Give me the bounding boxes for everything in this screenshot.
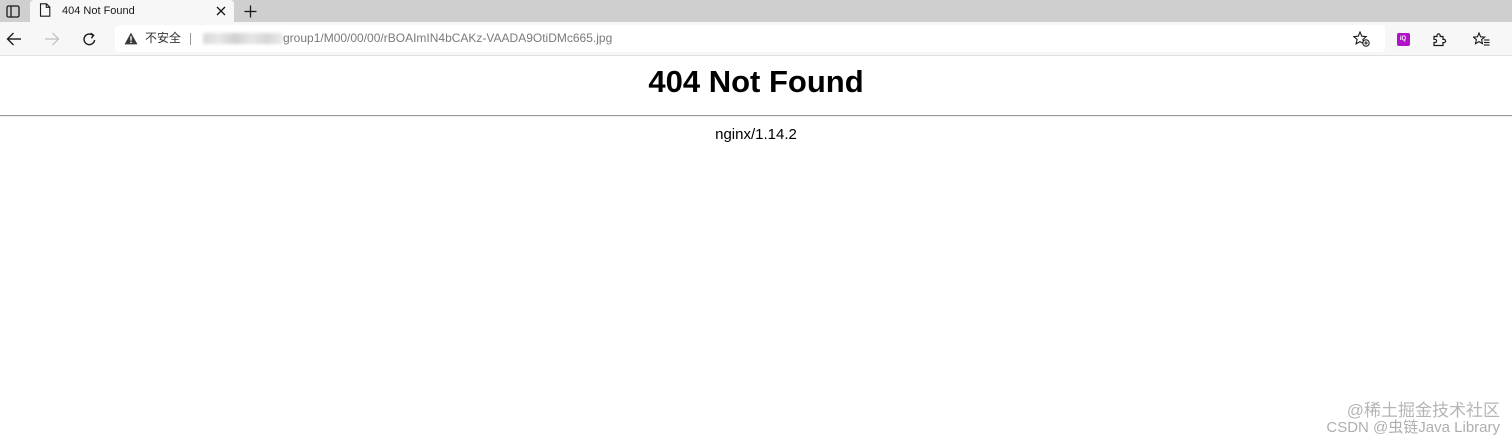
- browser-window: 404 Not Found 不安全 group1/M00/00/00/rBOAI…: [0, 0, 1512, 440]
- tab-active[interactable]: 404 Not Found: [30, 0, 234, 22]
- navigation-toolbar: 不安全 group1/M00/00/00/rBOAImIN4bCAKz-VAAD…: [0, 22, 1512, 56]
- extension-icon[interactable]: iQ: [1392, 28, 1414, 50]
- extensions-puzzle-icon[interactable]: [1428, 28, 1450, 50]
- horizontal-rule: [0, 115, 1512, 117]
- url-text[interactable]: group1/M00/00/00/rBOAImIN4bCAKz-VAADA9Ot…: [283, 31, 612, 46]
- security-status-label[interactable]: 不安全: [145, 31, 181, 46]
- page-icon: [39, 3, 53, 19]
- refresh-icon[interactable]: [78, 28, 100, 50]
- watermark: @稀土掘金技术社区 CSDN @虫链Java Library: [1326, 402, 1500, 436]
- add-favorite-icon[interactable]: [1351, 30, 1371, 48]
- page-title: 404 Not Found: [648, 64, 864, 99]
- tab-strip: 404 Not Found: [0, 0, 1512, 22]
- address-bar[interactable]: 不安全 group1/M00/00/00/rBOAImIN4bCAKz-VAAD…: [115, 25, 1385, 52]
- forward-arrow-icon[interactable]: [41, 28, 63, 50]
- watermark-line-1: @稀土掘金技术社区: [1346, 401, 1500, 420]
- redacted-host: [203, 33, 283, 44]
- page-content: 404 Not Found nginx/1.14.2 @稀土掘金技术社区 CSD…: [0, 56, 1512, 440]
- extension-badge: iQ: [1396, 32, 1410, 46]
- favorites-icon[interactable]: [1470, 28, 1492, 50]
- server-version: nginx/1.14.2: [715, 126, 797, 143]
- close-icon[interactable]: [213, 3, 229, 19]
- tab-actions-icon[interactable]: [2, 0, 24, 22]
- watermark-line-2: CSDN @虫链Java Library: [1326, 419, 1500, 436]
- warning-icon[interactable]: [124, 32, 138, 45]
- new-tab-icon[interactable]: [240, 1, 260, 21]
- tab-title: 404 Not Found: [62, 5, 135, 17]
- address-divider: [190, 33, 191, 45]
- back-arrow-icon[interactable]: [3, 28, 25, 50]
